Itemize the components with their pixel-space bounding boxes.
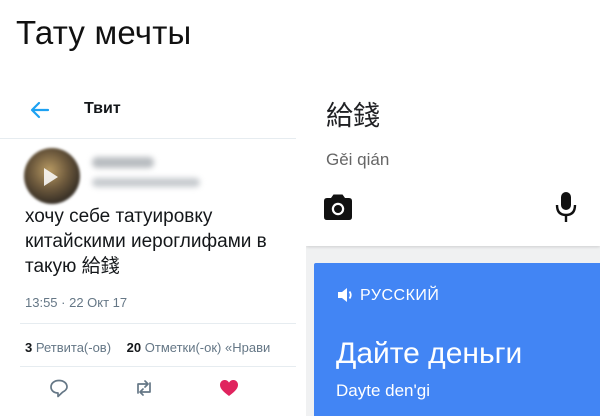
tweet-text: хочу себе татуировку китайскими иероглиф…	[25, 204, 296, 279]
tweet-header: Твит	[0, 80, 296, 139]
likes-count[interactable]: 20	[127, 340, 141, 355]
translation-card: РУССКИЙ Дайте деньги Dayte den'gi	[314, 263, 600, 416]
target-language-label[interactable]: РУССКИЙ	[360, 287, 439, 305]
speaker-icon[interactable]	[336, 285, 356, 305]
translator-screenshot: 給錢 Gěi qián РУССКИЙ Дайте деньги Dayte d…	[306, 80, 600, 416]
camera-icon[interactable]	[321, 192, 355, 222]
microphone-icon[interactable]	[554, 190, 578, 224]
tweet-text-line: китайскими иероглифами в	[25, 231, 267, 252]
retweets-label[interactable]: Ретвита(-ов)	[36, 340, 111, 355]
transliteration-text: Dayte den'gi	[336, 381, 430, 400]
play-icon	[44, 168, 58, 186]
tweet-text-line: хочу себе татуировку	[25, 206, 213, 227]
retweets-count[interactable]: 3	[25, 340, 32, 355]
divider	[20, 323, 296, 324]
tweet-timestamp: 13:55 · 22 Окт 17	[25, 295, 128, 310]
translation-text: Дайте деньги	[336, 337, 523, 370]
translator-input-card: 給錢 Gěi qián	[306, 80, 600, 246]
tweet-stats: 3 Ретвита(-ов) 20 Отметки(-ок) «Нрави	[25, 340, 270, 355]
tweet-header-title: Твит	[84, 100, 121, 117]
back-arrow-icon[interactable]	[29, 99, 51, 121]
retweet-icon[interactable]	[133, 377, 155, 399]
blurred-username	[92, 157, 154, 168]
blurred-handle	[92, 178, 200, 187]
reply-icon[interactable]	[48, 377, 70, 399]
likes-label[interactable]: Отметки(-ок) «Нрави	[145, 340, 270, 355]
divider	[20, 366, 296, 367]
heart-icon[interactable]	[218, 377, 240, 399]
tweet-screenshot: Твит хочу себе татуировку китайскими иер…	[0, 80, 296, 416]
meme-title: Тату мечты	[16, 14, 192, 51]
tweet-text-line: такую 給錢	[25, 256, 120, 277]
source-text[interactable]: 給錢	[326, 94, 380, 133]
romanization: Gěi qián	[326, 150, 390, 169]
